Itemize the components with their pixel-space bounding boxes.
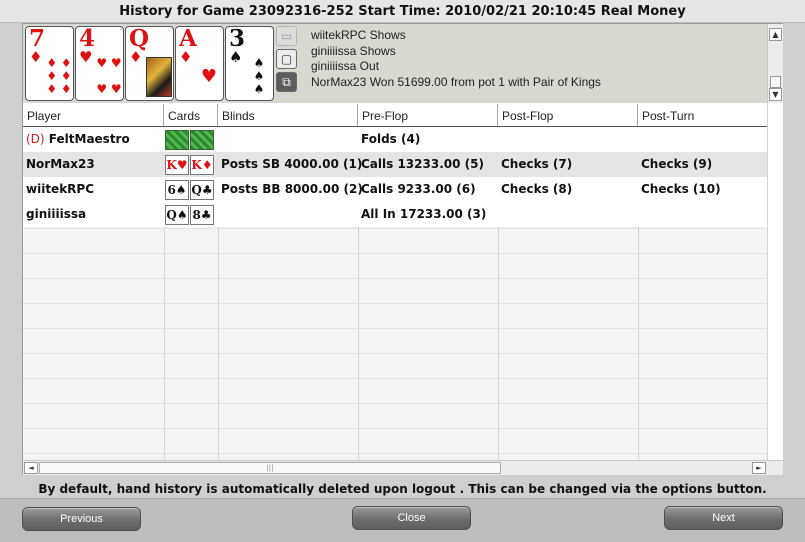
player-cell: wiitekRPC	[23, 177, 164, 202]
player-cell: (D) FeltMaestro	[23, 127, 164, 152]
preflop-cell: Folds (4)	[361, 132, 421, 146]
blinds-cell: Posts BB 8000.00 (2)	[221, 182, 363, 196]
board-area: 7 ♦ ♦ ♦ ♦ ♦ ♦ ♦ 4 ♥ ♥ ♥ ♥ ♥ Q ♦ A ♦ ♥ 3 …	[23, 24, 767, 103]
column-header-preflop[interactable]: Pre-Flop	[358, 104, 498, 126]
preflop-cell: Calls 13233.00 (5)	[361, 157, 484, 171]
blinds-cell	[218, 202, 221, 227]
player-cell: giniiiissa	[23, 202, 164, 227]
card-suit: ♠	[175, 183, 187, 197]
board-card-2: 4 ♥ ♥ ♥ ♥ ♥	[75, 26, 124, 101]
blinds-cell	[218, 127, 221, 152]
card-back-icon	[190, 130, 214, 150]
column-header-player[interactable]: Player	[23, 104, 164, 126]
preflop-cell: All In 17233.00 (3)	[361, 207, 487, 221]
postflop-cell	[498, 202, 501, 227]
history-notice: By default, hand history is automaticall…	[38, 482, 767, 496]
blinds-cell: Posts SB 4000.00 (1)	[221, 157, 363, 171]
previous-button[interactable]: Previous	[22, 507, 141, 531]
column-header-postflop[interactable]: Post-Flop	[498, 104, 638, 126]
table-row[interactable]: giniiiissa Q♠ 8♣ All In 17233.00 (3)	[23, 202, 767, 227]
card-back-icon	[165, 130, 189, 150]
table-scrollbar[interactable]: ◄ ||| ►	[23, 460, 783, 475]
board-card-1: 7 ♦ ♦ ♦ ♦ ♦ ♦ ♦	[25, 26, 74, 101]
postflop-cell: Checks (8)	[501, 182, 573, 196]
card-suit: ♦	[201, 158, 213, 172]
card-suit: ♠	[229, 48, 243, 66]
card-rank: 8	[192, 208, 201, 222]
card-suit: ♥	[176, 158, 188, 172]
postflop-cell	[498, 127, 501, 152]
scroll-thumb[interactable]: |||	[39, 462, 501, 474]
dealer-badge: (D)	[26, 132, 45, 146]
log-line: giniiiissa Shows	[311, 43, 396, 58]
history-panel: 7 ♦ ♦ ♦ ♦ ♦ ♦ ♦ 4 ♥ ♥ ♥ ♥ ♥ Q ♦ A ♦ ♥ 3 …	[22, 23, 783, 475]
card-suit: ♦	[29, 48, 43, 66]
table-row[interactable]: (D) FeltMaestro Folds (4)	[23, 127, 767, 152]
player-name: FeltMaestro	[48, 132, 130, 146]
board-card-3: Q ♦	[125, 26, 174, 101]
card-rank: Q	[191, 183, 202, 197]
postturn-cell	[638, 202, 641, 227]
card-suit: ♦	[129, 48, 143, 66]
hole-card: Q♠	[165, 205, 189, 225]
card-pips: ♥ ♥ ♥ ♥	[96, 56, 122, 96]
player-name: NorMax23	[26, 157, 95, 171]
column-header-postturn[interactable]: Post-Turn	[638, 104, 767, 126]
postturn-cell: Checks (9)	[641, 157, 713, 171]
side-icon-strip: ▭ ▢ ⧉	[276, 26, 300, 95]
window-icon[interactable]: ⧉	[276, 72, 297, 92]
log-line: wiitekRPC Shows	[311, 28, 406, 42]
card-suit: ♣	[200, 208, 212, 222]
hand-log: wiitekRPC Shows giniiiissa Shows giniiii…	[311, 28, 763, 90]
player-name: giniiiissa	[26, 207, 87, 221]
postturn-cell: Checks (10)	[641, 182, 721, 196]
hole-card: K♦	[190, 155, 214, 175]
card-pips: ♦ ♦ ♦ ♦ ♦ ♦	[46, 56, 72, 96]
next-button[interactable]: Next	[664, 506, 783, 530]
card-suit: ♥	[79, 48, 93, 66]
log-scrollbar[interactable]: ▲ ▼	[767, 24, 783, 103]
postturn-cell	[638, 127, 641, 152]
scroll-left-icon[interactable]: ◄	[24, 462, 38, 474]
card-suit: ♠	[176, 208, 188, 222]
card-rank: K	[166, 158, 177, 172]
hole-card: 6♠	[165, 180, 189, 200]
card-rank: 6	[167, 183, 176, 197]
card-rank: K	[191, 158, 202, 172]
table-right-gutter	[767, 103, 783, 460]
board-card-5: 3 ♠ ♠ ♠ ♠	[225, 26, 274, 101]
button-bar: Previous Close Next	[0, 498, 805, 542]
cards-icon[interactable]: ▭	[276, 26, 297, 46]
card-pips: ♠ ♠ ♠	[253, 56, 265, 96]
card-pips: ♥	[200, 66, 218, 87]
chat-icon[interactable]: ▢	[276, 49, 297, 69]
table-row[interactable]: wiitekRPC 6♠ Q♣ Posts BB 8000.00 (2) Cal…	[23, 177, 767, 202]
hole-card: K♥	[165, 155, 189, 175]
scroll-thumb[interactable]	[770, 76, 781, 88]
column-header-blinds[interactable]: Blinds	[218, 104, 358, 126]
log-line: NorMax23 Won 51699.00 from pot 1 with Pa…	[311, 74, 601, 89]
history-table: Player Cards Blinds Pre-Flop Post-Flop P…	[23, 104, 767, 460]
table-row[interactable]: NorMax23 K♥ K♦ Posts SB 4000.00 (1) Call…	[23, 152, 767, 177]
preflop-cell: Calls 9233.00 (6)	[361, 182, 476, 196]
column-header-cards[interactable]: Cards	[164, 104, 218, 126]
hole-card: Q♣	[190, 180, 214, 200]
hole-card: 8♣	[190, 205, 214, 225]
player-name: wiitekRPC	[26, 182, 95, 196]
card-rank: Q	[166, 208, 177, 222]
board-card-4: A ♦ ♥	[175, 26, 224, 101]
close-button[interactable]: Close	[352, 506, 471, 530]
queen-face-icon	[146, 57, 172, 97]
player-cell: NorMax23	[23, 152, 164, 177]
card-suit: ♦	[179, 48, 193, 66]
scroll-down-icon[interactable]: ▼	[769, 88, 782, 101]
card-suit: ♣	[201, 183, 213, 197]
scroll-right-icon[interactable]: ►	[752, 462, 766, 474]
log-line: giniiiissa Out	[311, 59, 380, 73]
window-title: History for Game 23092316-252 Start Time…	[0, 0, 805, 23]
postflop-cell: Checks (7)	[501, 157, 573, 171]
scroll-up-icon[interactable]: ▲	[769, 28, 782, 41]
